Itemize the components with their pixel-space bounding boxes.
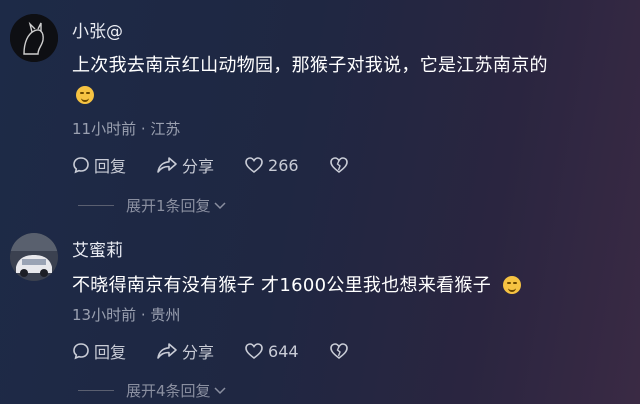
- smirk-emoji-icon: [503, 276, 522, 294]
- like-count: 644: [268, 341, 299, 361]
- chevron-down-icon: [214, 201, 226, 209]
- divider-line: [78, 205, 114, 206]
- expand-replies[interactable]: 展开1条回复: [78, 195, 227, 216]
- dislike-button[interactable]: [329, 342, 353, 360]
- comment-bubble-icon: [73, 343, 89, 360]
- username[interactable]: 艾蜜莉: [72, 236, 123, 261]
- heart-icon: [245, 343, 263, 360]
- expand-replies-label: 展开1条回复: [126, 197, 211, 215]
- comment-text: 上次我去南京红山动物园，那猴子对我说，它是江苏南京的: [72, 51, 548, 77]
- avatar[interactable]: [10, 14, 58, 62]
- comment-text: 不晓得南京有没有猴子 才1600公里我也想来看猴子: [72, 271, 522, 297]
- expand-replies[interactable]: 展开4条回复: [78, 380, 227, 401]
- dislike-button[interactable]: [329, 156, 353, 174]
- username[interactable]: 小张@: [72, 17, 123, 42]
- share-label: 分享: [182, 157, 215, 176]
- like-count: 266: [268, 155, 299, 175]
- like-button[interactable]: 266: [244, 156, 299, 175]
- time-location: 13小时前 · 贵州: [72, 306, 181, 324]
- share-button[interactable]: 分享: [156, 339, 214, 363]
- share-button[interactable]: 分享: [156, 153, 214, 177]
- chevron-down-icon: [214, 386, 226, 394]
- reply-label: 回复: [94, 343, 127, 362]
- broken-heart-icon: [329, 157, 348, 174]
- share-label: 分享: [182, 343, 215, 362]
- action-bar: 回复 分享 644: [72, 340, 383, 362]
- action-bar: 回复 分享 266: [72, 154, 383, 176]
- divider-line: [78, 390, 114, 391]
- laughing-emoji-icon: [76, 86, 94, 104]
- emoji-line: [74, 85, 94, 106]
- time-location: 11小时前 · 江苏: [72, 120, 181, 138]
- comment-text-body: 上次我去南京红山动物园，那猴子对我说，它是江苏南京的: [72, 55, 548, 76]
- broken-heart-icon: [329, 343, 348, 360]
- comment-bubble-icon: [73, 157, 89, 174]
- share-arrow-icon: [157, 343, 177, 359]
- comment-text-body: 不晓得南京有没有猴子 才1600公里我也想来看猴子: [72, 275, 492, 296]
- reply-button[interactable]: 回复: [72, 153, 126, 177]
- like-button[interactable]: 644: [244, 342, 299, 361]
- share-arrow-icon: [157, 157, 177, 173]
- avatar[interactable]: [10, 233, 58, 281]
- heart-icon: [245, 157, 263, 174]
- expand-replies-label: 展开4条回复: [126, 382, 211, 400]
- reply-button[interactable]: 回复: [72, 339, 126, 363]
- reply-label: 回复: [94, 157, 127, 176]
